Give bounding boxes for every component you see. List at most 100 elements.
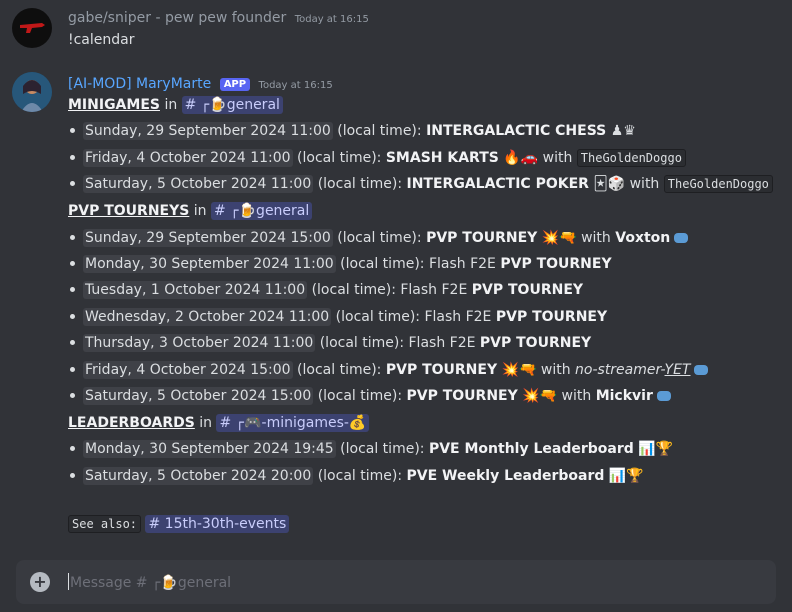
timestamp-chip[interactable]: Saturday, 5 October 2024 20:00 [83,467,314,485]
event-name: PVP TOURNEY [385,362,498,378]
red-gun-icon [20,23,45,33]
timestamp-chip[interactable]: Wednesday, 2 October 2024 11:00 [83,308,332,326]
event-name: INTERGALACTIC POKER [406,176,589,192]
list-item: Friday, 4 October 2024 15:00 (local time… [68,360,709,380]
chess-icon: ♟♛ [610,123,636,139]
bullet [70,234,75,240]
list-item: Thursday, 3 October 2024 11:00 (local ti… [68,333,591,353]
boom-gun-icon: 💥🔫 [501,362,537,378]
text-caret [68,573,69,590]
timestamp-chip[interactable]: Friday, 4 October 2024 11:00 [83,149,293,167]
add-attachment-icon[interactable]: + [30,572,50,592]
timestamp-chip[interactable]: Tuesday, 1 October 2024 11:00 [83,281,308,299]
bullet [70,392,75,398]
boom-gun-icon: 💥🔫 [522,388,558,404]
username-marymarte[interactable]: [AI-MOD] MaryMarte [68,76,211,92]
list-item: Sunday, 29 September 2024 15:00 (local t… [68,228,689,248]
host-code: TheGoldenDoggo [663,175,773,193]
message-input[interactable]: Message # ┌🍺general [68,573,231,591]
message-input-placeholder: Message # ┌🍺general [70,575,232,591]
event-name: PVE Weekly Leaderboard [406,468,605,484]
see-also-line: See also: # 15th-30th-events [68,514,290,534]
app-badge: APP [219,78,251,91]
bullet [70,445,75,451]
list-item: Friday, 4 October 2024 11:00 (local time… [68,148,686,168]
in-text: in [164,97,178,113]
timestamp-chip[interactable]: Saturday, 5 October 2024 11:00 [83,175,314,193]
speech-bubble-icon [674,233,689,243]
local-time-text: (local time): [313,468,407,484]
username-gabe[interactable]: gabe/sniper - pew pew founder [68,10,286,26]
with-text: with [557,388,596,404]
list-item: Saturday, 5 October 2024 20:00 (local ti… [68,466,644,486]
list-item: Saturday, 5 October 2024 11:00 (local ti… [68,174,773,194]
bullet [70,286,75,292]
speech-bubble-icon [694,365,709,375]
in-text: in [199,415,213,431]
list-item: Monday, 30 September 2024 11:00 (local t… [68,254,612,274]
local-time-text: (local time): Flash F2E [331,309,496,325]
with-text: with [536,362,576,378]
event-name: PVP TOURNEY [495,309,608,325]
event-name: PVP TOURNEY [406,388,518,404]
local-time-text: (local time): Flash F2E [315,335,480,351]
section-header-pvp: PVP TOURNEYS in # ┌🍺general [68,201,313,221]
timestamp-chip[interactable]: Thursday, 3 October 2024 11:00 [83,334,316,352]
event-name: PVP TOURNEY [471,282,584,298]
local-time-text: (local time): [292,362,386,378]
bullet [70,154,75,160]
local-time-text: (local time): [332,230,427,246]
with-text: with [576,230,616,246]
chart-trophy-icon: 📊🏆 [638,441,674,457]
list-item: Wednesday, 2 October 2024 11:00 (local t… [68,307,607,327]
section-title: LEADERBOARDS [68,415,195,431]
event-name: SMASH KARTS [385,150,499,166]
in-text: in [193,203,207,219]
channel-mention-events[interactable]: # 15th-30th-events [145,515,290,533]
timestamp: Today at 16:15 [294,14,369,25]
chart-trophy-icon: 📊🏆 [608,468,644,484]
local-time-text: (local time): [313,176,407,192]
speech-bubble-icon [656,391,671,401]
timestamp: Today at 16:15 [258,80,333,91]
timestamp-chip[interactable]: Monday, 30 September 2024 11:00 [83,255,336,273]
host-name-post: YET [664,362,691,378]
host-name: Mickvir [595,388,653,404]
avatar-gabe[interactable] [12,8,52,48]
list-item: Tuesday, 1 October 2024 11:00 (local tim… [68,280,583,300]
joker-dice-icon: 🃏🎲 [593,176,626,192]
event-name: INTERGALACTIC CHESS [426,123,607,139]
message-2-header: [AI-MOD] MaryMarte APP Today at 16:15 [68,76,333,92]
section-title: PVP TOURNEYS [68,203,190,219]
local-time-text: (local time): [335,441,429,457]
bullet [70,260,75,266]
event-name: PVP TOURNEY [426,230,538,246]
local-time-text: (local time): Flash F2E [307,282,472,298]
list-item: Monday, 30 September 2024 19:45 (local t… [68,439,673,459]
channel-mention-general[interactable]: # ┌🍺general [211,202,313,220]
event-name: PVP TOURNEY [479,335,592,351]
host-code: TheGoldenDoggo [576,149,686,167]
with-text: with [625,176,664,192]
message-1-text: !calendar [68,32,135,48]
timestamp-chip[interactable]: Sunday, 29 September 2024 11:00 [83,122,333,140]
bullet [70,366,75,372]
local-time-text: (local time): [292,150,386,166]
bullet [70,127,75,133]
see-also-label: See also: [68,515,142,533]
bullet [70,472,75,478]
host-name-pre: no-streamer- [575,362,665,378]
message-1-header: gabe/sniper - pew pew founder Today at 1… [68,10,369,26]
host-name: Voxton [615,230,671,246]
avatar-marymarte[interactable] [12,72,52,112]
boom-gun-icon: 💥🔫 [541,230,577,246]
channel-mention-general[interactable]: # ┌🍺general [181,96,283,114]
section-header-minigames: MINIGAMES in # ┌🍺general [68,95,283,115]
message-input-bar[interactable]: + Message # ┌🍺general [16,560,776,604]
channel-mention-minigames[interactable]: # ┌🎮-minigames-💰 [216,414,370,432]
timestamp-chip[interactable]: Saturday, 5 October 2024 15:00 [83,387,314,405]
timestamp-chip[interactable]: Friday, 4 October 2024 15:00 [83,361,293,379]
timestamp-chip[interactable]: Sunday, 29 September 2024 15:00 [83,229,333,247]
list-item: Sunday, 29 September 2024 11:00 (local t… [68,121,636,141]
timestamp-chip[interactable]: Monday, 30 September 2024 19:45 [83,440,336,458]
